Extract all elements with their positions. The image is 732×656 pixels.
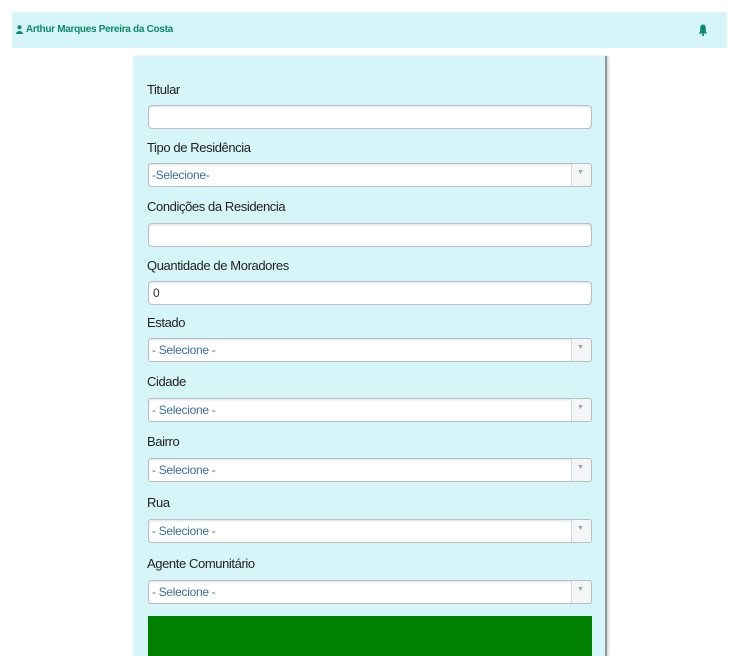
- estado-select[interactable]: - Selecione - ▼: [148, 338, 592, 362]
- agente-comunitario-select[interactable]: - Selecione - ▼: [148, 580, 592, 604]
- residence-form: Titular Tipo de Residência -Selecione- ▼…: [133, 56, 607, 656]
- condicoes-residencia-input[interactable]: [148, 223, 592, 247]
- agente-comunitario-selected: - Selecione -: [152, 585, 216, 599]
- chevron-down-icon: ▼: [577, 344, 584, 351]
- estado-dropdown-button[interactable]: ▼: [571, 339, 591, 361]
- condicoes-residencia-label: Condições da Residencia: [147, 199, 286, 214]
- user-icon: [16, 25, 23, 34]
- agente-comunitario-dropdown-button[interactable]: ▼: [571, 581, 591, 603]
- tipo-residencia-selected: -Selecione-: [152, 168, 210, 182]
- titular-label: Titular: [147, 82, 180, 97]
- rua-label: Rua: [147, 495, 170, 510]
- bairro-selected: - Selecione -: [152, 463, 216, 477]
- titular-input[interactable]: [148, 105, 592, 129]
- user-name: Arthur Marques Pereira da Costa: [26, 24, 173, 35]
- cidade-label: Cidade: [147, 374, 186, 389]
- chevron-down-icon: ▼: [577, 525, 584, 532]
- cidade-dropdown-button[interactable]: ▼: [571, 399, 591, 421]
- quantidade-moradores-input[interactable]: 0: [148, 281, 592, 305]
- chevron-down-icon: ▼: [577, 169, 584, 176]
- estado-label: Estado: [147, 315, 186, 330]
- bell-icon[interactable]: [698, 24, 708, 36]
- rua-dropdown-button[interactable]: ▼: [571, 520, 591, 542]
- chevron-down-icon: ▼: [577, 464, 584, 471]
- bairro-label: Bairro: [147, 434, 180, 449]
- rua-select[interactable]: - Selecione - ▼: [148, 519, 592, 543]
- agente-comunitario-label: Agente Comunitário: [147, 556, 255, 571]
- bairro-select[interactable]: - Selecione - ▼: [148, 458, 592, 482]
- cidade-select[interactable]: - Selecione - ▼: [148, 398, 592, 422]
- tipo-residencia-select[interactable]: -Selecione- ▼: [148, 163, 592, 187]
- quantidade-moradores-label: Quantidade de Moradores: [147, 258, 289, 273]
- user-info[interactable]: Arthur Marques Pereira da Costa: [16, 24, 173, 35]
- cidade-selected: - Selecione -: [152, 403, 216, 417]
- submit-button[interactable]: [148, 616, 592, 656]
- chevron-down-icon: ▼: [577, 586, 584, 593]
- top-bar: Arthur Marques Pereira da Costa: [12, 12, 727, 48]
- bairro-dropdown-button[interactable]: ▼: [571, 459, 591, 481]
- rua-selected: - Selecione -: [152, 524, 216, 538]
- tipo-residencia-label: Tipo de Residência: [147, 140, 251, 155]
- estado-selected: - Selecione -: [152, 343, 216, 357]
- chevron-down-icon: ▼: [577, 404, 584, 411]
- tipo-residencia-dropdown-button[interactable]: ▼: [571, 164, 591, 186]
